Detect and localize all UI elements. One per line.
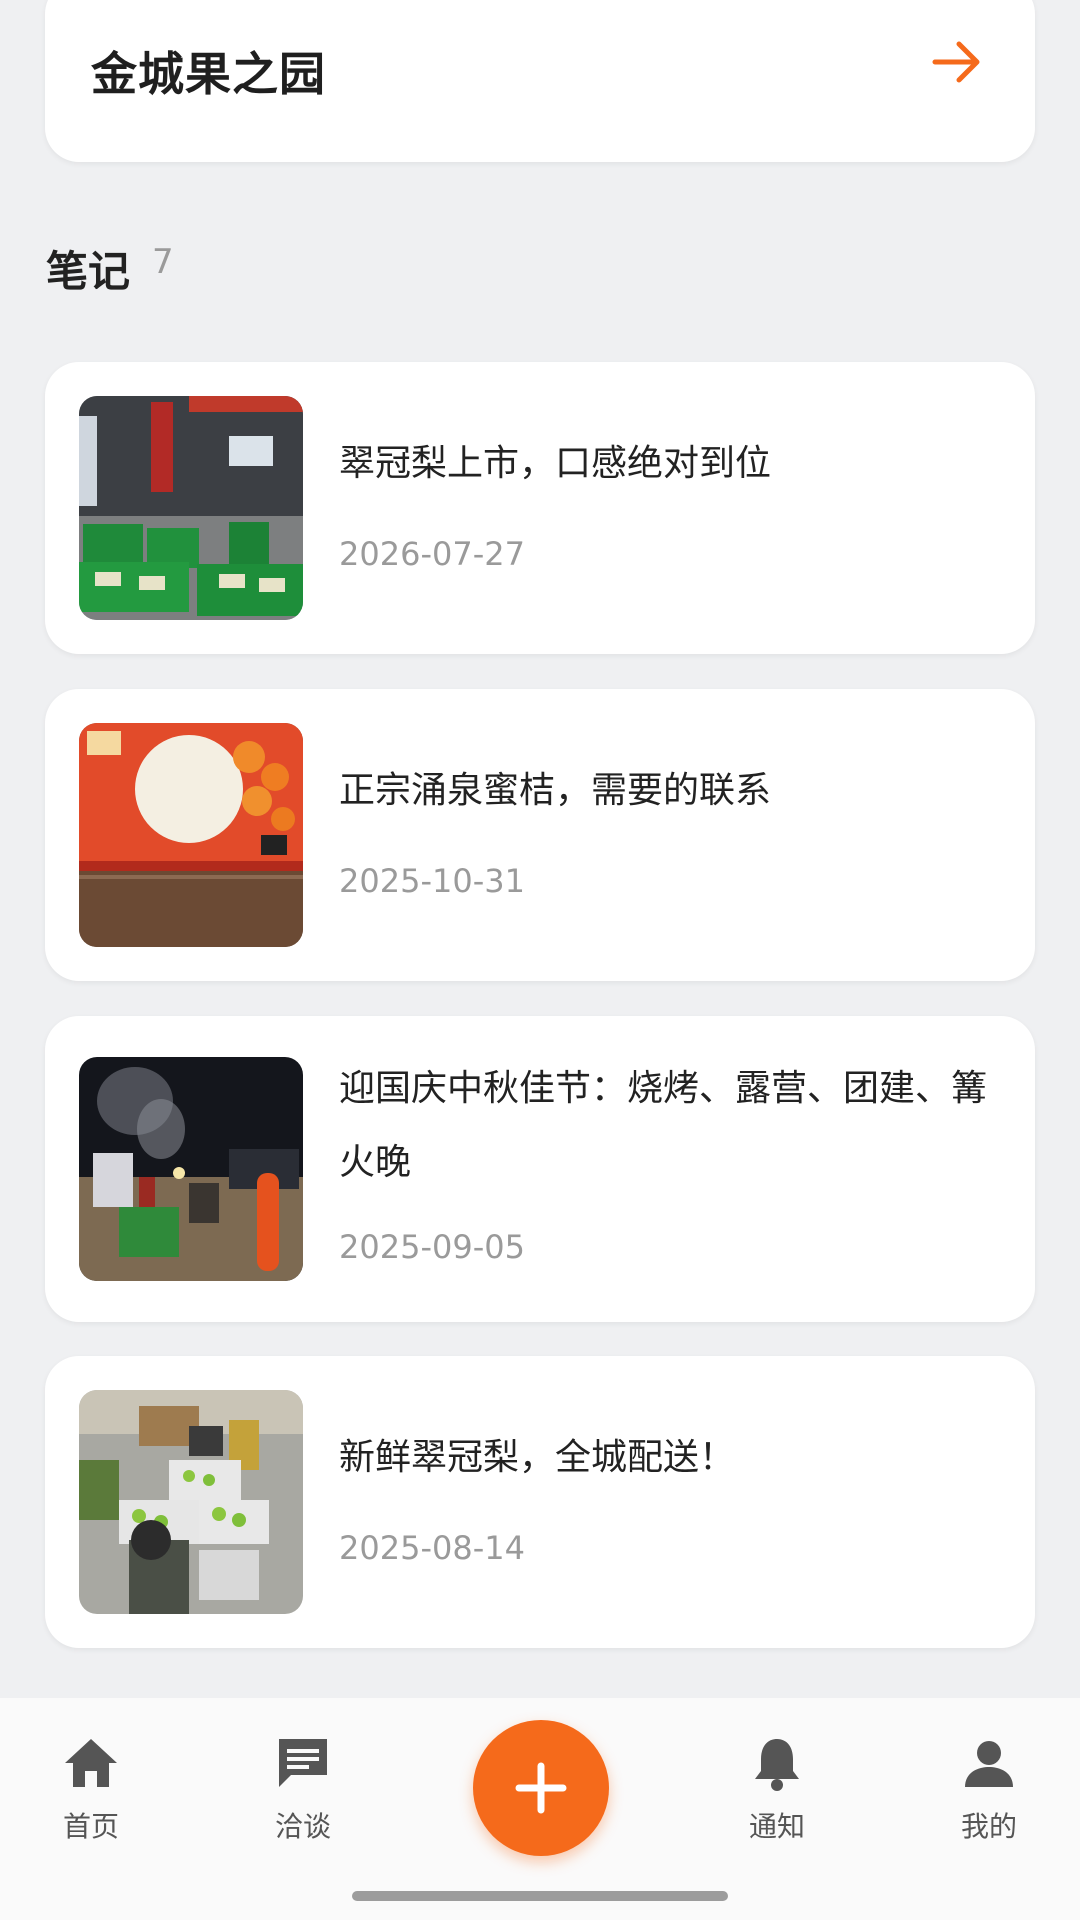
notes-section-title: 笔记 (46, 247, 131, 296)
note-title: 翠冠梨上市，口感绝对到位 (339, 443, 772, 484)
chat-icon (279, 1739, 327, 1787)
notes-count: 7 (152, 242, 174, 282)
note-thumbnail (79, 1057, 303, 1281)
note-card[interactable]: 正宗涌泉蜜桔，需要的联系 2025-10-31 (45, 689, 1035, 981)
note-title: 迎国庆中秋佳节：烧烤、露营、团建、篝火晚 (339, 1068, 988, 1183)
bottom-tab-bar: 首页 洽谈 通知 我的 (0, 1698, 1080, 1920)
note-date: 2026-07-27 (339, 535, 525, 573)
note-date: 2025-09-05 (339, 1228, 525, 1266)
plus-icon (515, 1762, 567, 1814)
tab-chat[interactable]: 洽谈 (243, 1733, 363, 1845)
tab-label-notifications: 通知 (748, 1810, 805, 1843)
tab-label-profile: 我的 (960, 1810, 1017, 1843)
note-card[interactable]: 迎国庆中秋佳节：烧烤、露营、团建、篝火晚 2025-09-05 (45, 1016, 1035, 1322)
note-date: 2025-10-31 (339, 862, 525, 900)
tab-notifications[interactable]: 通知 (717, 1733, 837, 1845)
note-thumbnail (79, 723, 303, 947)
home-icon (65, 1739, 117, 1787)
tab-profile[interactable]: 我的 (929, 1733, 1049, 1845)
shop-card[interactable]: 金城果之园 (45, 0, 1035, 162)
note-date: 2025-08-14 (339, 1529, 525, 1567)
note-thumbnail (79, 1390, 303, 1614)
note-title: 新鲜翠冠梨，全城配送！ (339, 1437, 736, 1478)
note-title: 正宗涌泉蜜桔，需要的联系 (339, 770, 772, 811)
shop-name: 金城果之园 (91, 47, 326, 101)
bell-icon (755, 1739, 799, 1791)
user-icon (965, 1741, 1013, 1787)
tab-label-chat: 洽谈 (274, 1810, 331, 1843)
add-button[interactable] (473, 1720, 609, 1856)
tab-home[interactable]: 首页 (31, 1733, 151, 1845)
home-indicator (352, 1891, 728, 1901)
tab-label-home: 首页 (62, 1810, 119, 1843)
note-card[interactable]: 新鲜翠冠梨，全城配送！ 2025-08-14 (45, 1356, 1035, 1648)
arrow-right-icon[interactable] (929, 34, 985, 90)
note-thumbnail (79, 396, 303, 620)
note-card[interactable]: 翠冠梨上市，口感绝对到位 2026-07-27 (45, 362, 1035, 654)
